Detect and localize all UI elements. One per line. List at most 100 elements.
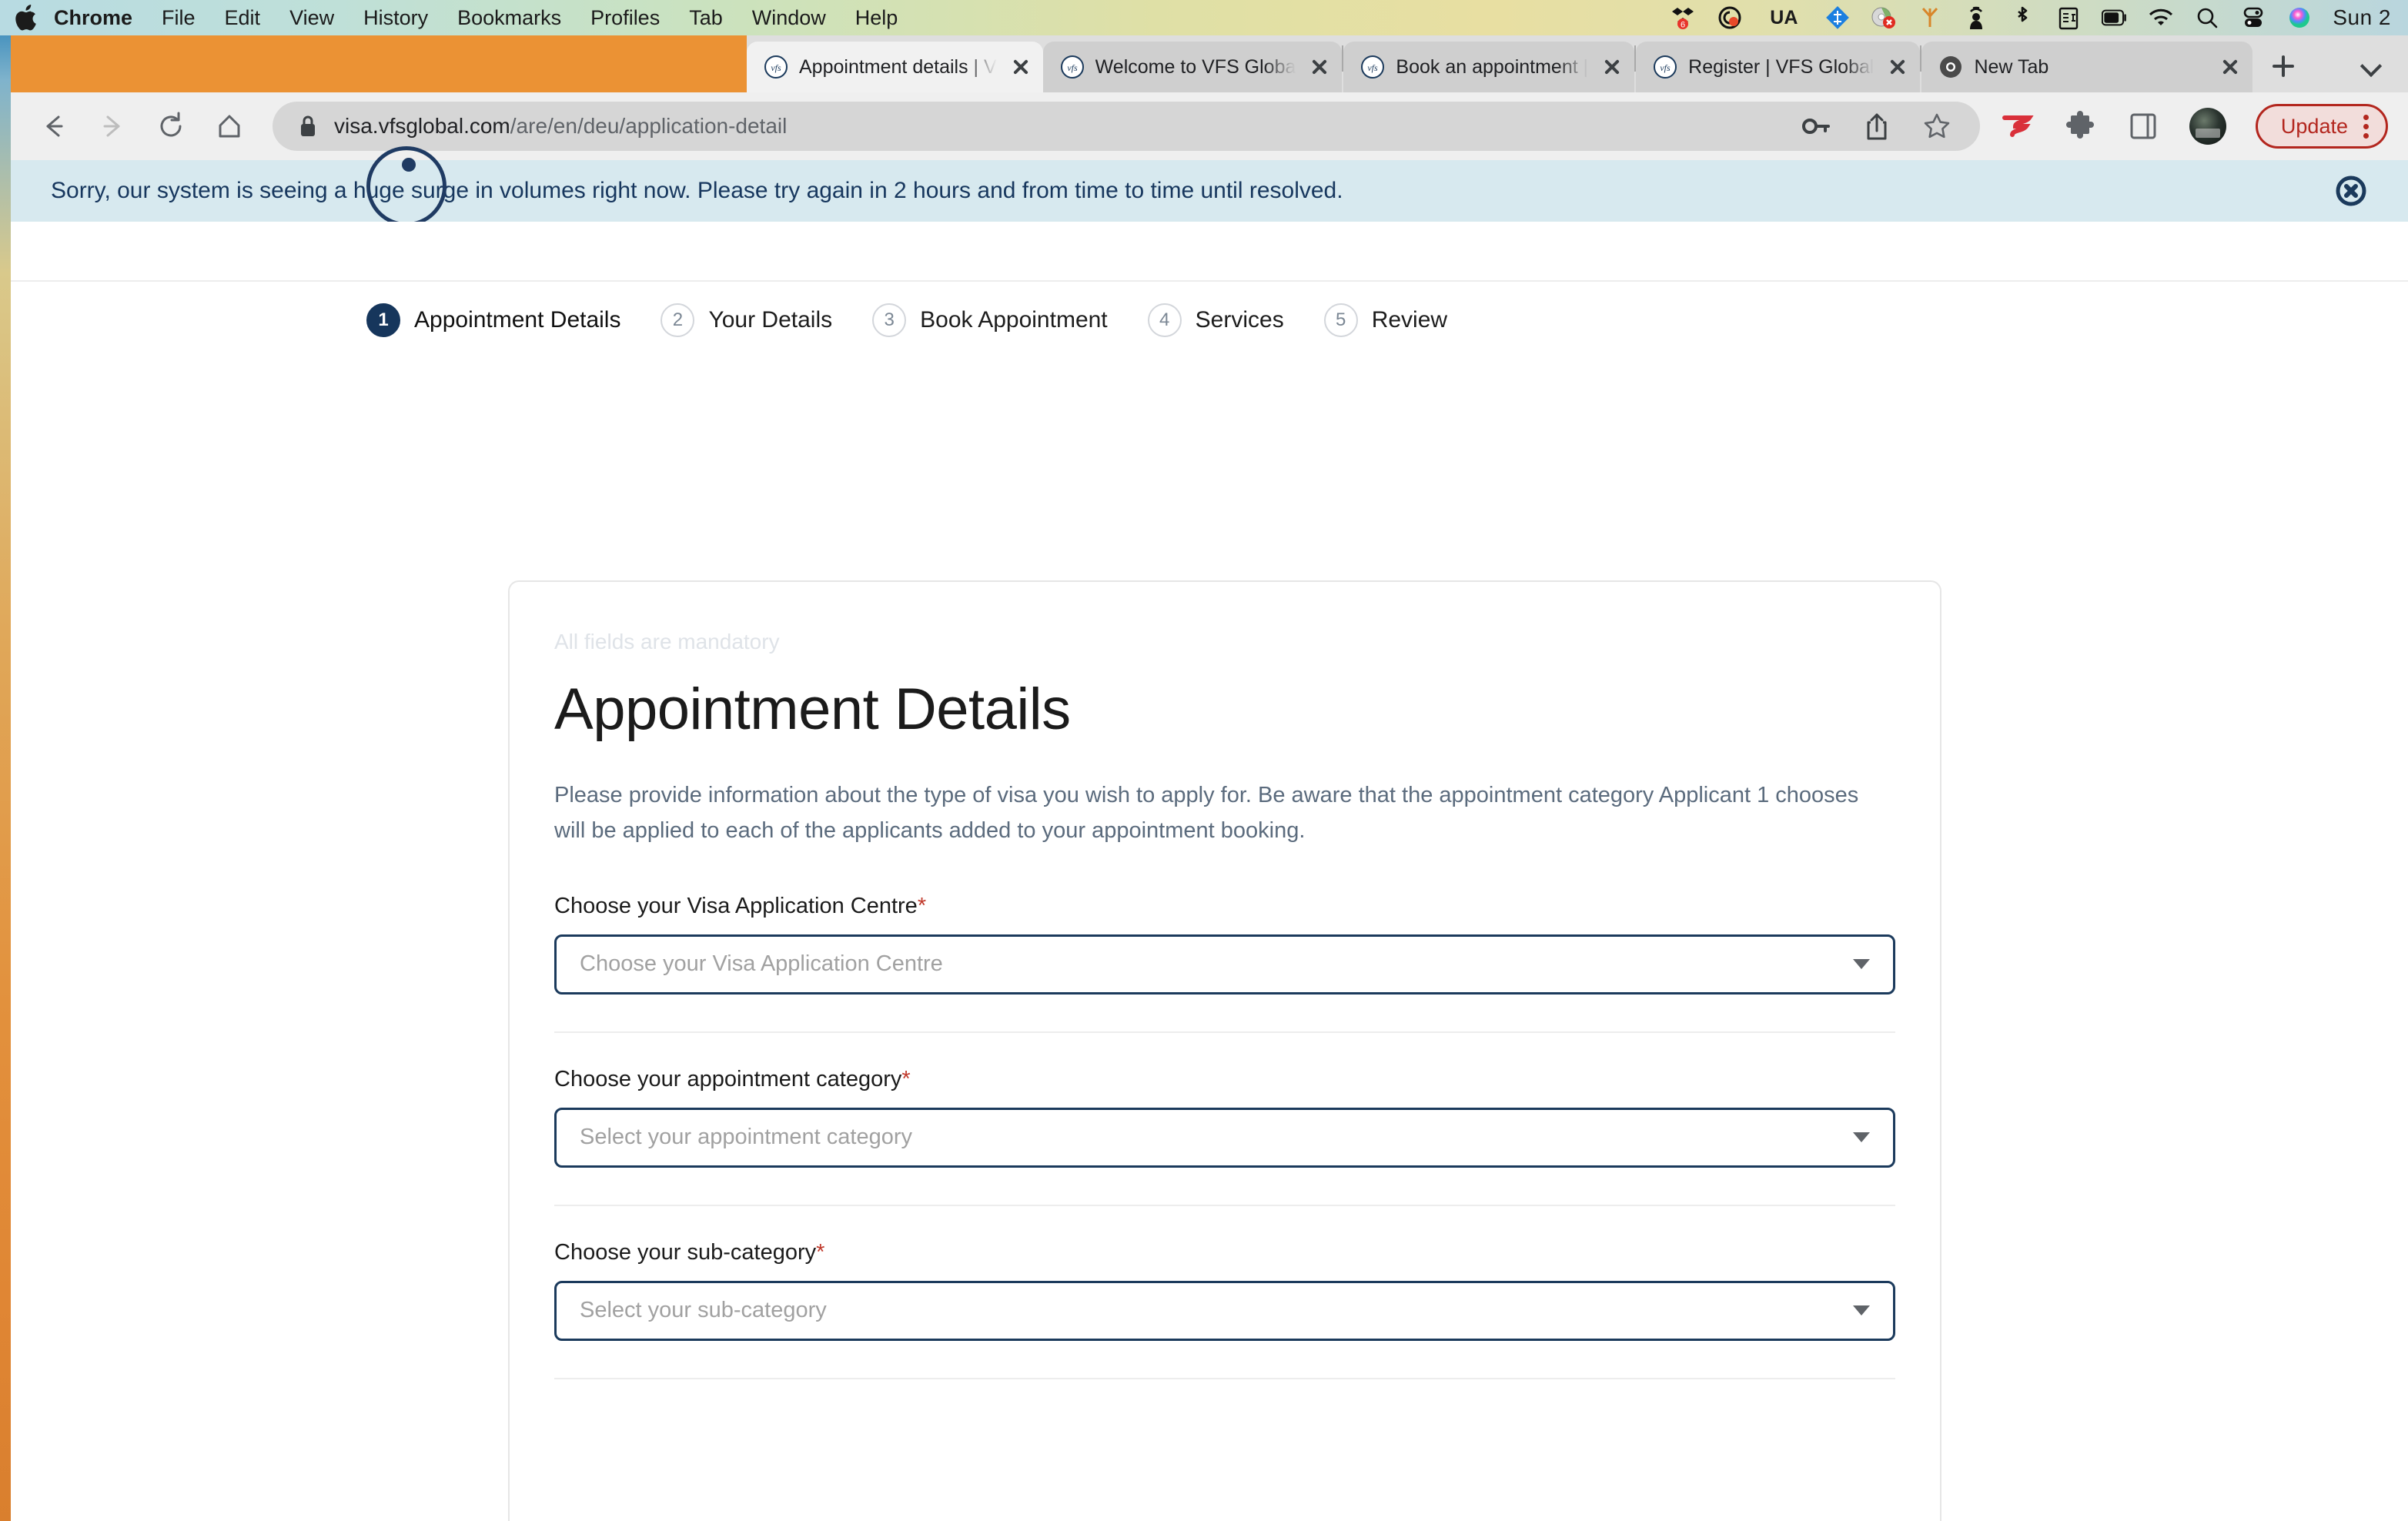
tab-title: New Tab — [1974, 55, 2049, 78]
control-center-icon[interactable] — [2240, 5, 2266, 31]
bookmark-star-icon[interactable] — [1920, 109, 1954, 143]
scrolled-header-icon — [366, 146, 446, 226]
banner-message: Sorry, our system is seeing a huge surge… — [51, 178, 1343, 203]
tab-title: Register | VFS Global — [1688, 55, 1875, 78]
step-label: Your Details — [708, 307, 833, 333]
expressvpn-extension-icon[interactable] — [2000, 109, 2034, 143]
appointment-details-card: All fields are mandatory Appointment Det… — [508, 580, 1941, 1521]
siri-icon[interactable] — [2286, 5, 2313, 31]
svg-text:6: 6 — [1681, 21, 1685, 30]
field-sub-category: Choose your sub-category* Select your su… — [554, 1240, 1895, 1341]
diamond-app-icon[interactable] — [1824, 5, 1851, 31]
select-placeholder: Select your appointment category — [580, 1125, 913, 1150]
toolbar-right-actions: Update — [2000, 104, 2388, 149]
chevron-down-icon — [1853, 1132, 1870, 1143]
step-review[interactable]: 5 Review — [1323, 303, 1447, 337]
chrome-window: vfs Appointment details | V vfs Welcome … — [11, 35, 2408, 1521]
extensions-puzzle-icon[interactable] — [2063, 109, 2097, 143]
vfs-favicon: vfs — [1653, 55, 1677, 79]
step-number: 1 — [366, 303, 400, 337]
chevron-down-icon — [1853, 959, 1870, 970]
password-key-icon[interactable] — [1800, 109, 1834, 143]
svg-text:vfs: vfs — [1067, 62, 1078, 73]
close-icon[interactable] — [2219, 55, 2242, 79]
chevron-down-icon — [1853, 1305, 1870, 1316]
close-icon[interactable] — [1886, 55, 1909, 79]
address-bar[interactable]: visa.vfsglobal.com/are/en/deu/applicatio… — [273, 102, 1980, 151]
update-button[interactable]: Update — [2255, 104, 2388, 149]
step-services[interactable]: 4 Services — [1147, 303, 1284, 337]
tab-register-vfs-global[interactable]: vfs Register | VFS Global — [1636, 42, 1921, 92]
field-label: Choose your appointment category* — [554, 1067, 1895, 1092]
battery-icon[interactable] — [2102, 5, 2128, 31]
tab-title: Book an appointment | — [1396, 55, 1589, 78]
spotlight-search-icon[interactable] — [2194, 5, 2220, 31]
reload-icon[interactable] — [148, 103, 194, 149]
grammarly-icon[interactable] — [1717, 5, 1743, 31]
svg-text:vfs: vfs — [771, 62, 781, 73]
step-label: Services — [1195, 307, 1284, 333]
menu-item-tab[interactable]: Tab — [689, 6, 723, 30]
back-arrow-icon[interactable] — [31, 103, 77, 149]
chevron-down-icon — [2360, 55, 2383, 78]
step-book-appointment[interactable]: 3 Book Appointment — [872, 303, 1108, 337]
tab-appointment-details[interactable]: vfs Appointment details | V — [747, 42, 1043, 92]
menu-item-edit[interactable]: Edit — [225, 6, 261, 30]
required-marker: * — [917, 893, 927, 918]
field-label-text: Choose your appointment category — [554, 1066, 902, 1091]
system-alert-banner: Sorry, our system is seeing a huge surge… — [11, 146, 2408, 226]
tab-new-tab[interactable]: New Tab — [1921, 42, 2253, 92]
menubar-status-area: 6 UA Sun 2 — [1671, 5, 2394, 31]
new-tab-icon[interactable] — [2262, 45, 2305, 88]
apple-logo-icon[interactable] — [14, 5, 37, 31]
close-icon[interactable] — [1009, 55, 1032, 79]
macos-menubar: Chrome File Edit View History Bookmarks … — [0, 0, 2408, 35]
sub-category-select[interactable]: Select your sub-category — [554, 1280, 1895, 1341]
tab-search-chevron-icon[interactable] — [2351, 43, 2394, 86]
profile-avatar[interactable] — [2189, 108, 2226, 145]
menu-item-help[interactable]: Help — [855, 6, 898, 30]
home-icon[interactable] — [206, 103, 253, 149]
tab-title: Appointment details | V — [799, 55, 997, 78]
forward-arrow-icon[interactable] — [89, 103, 135, 149]
page-header-strip — [11, 222, 2408, 282]
appointment-category-select[interactable]: Select your appointment category — [554, 1107, 1895, 1168]
antenna-icon[interactable] — [1917, 5, 1943, 31]
menu-item-profiles[interactable]: Profiles — [590, 6, 660, 30]
select-placeholder: Choose your Visa Application Centre — [580, 951, 943, 977]
page-description: Please provide information about the typ… — [554, 783, 1859, 843]
menu-item-view[interactable]: View — [289, 6, 334, 30]
bluetooth-icon[interactable] — [2009, 5, 2035, 31]
menu-item-chrome[interactable]: Chrome — [54, 6, 132, 30]
menu-item-history[interactable]: History — [363, 6, 428, 30]
step-your-details[interactable]: 2 Your Details — [661, 303, 832, 337]
share-icon[interactable] — [1860, 109, 1894, 143]
visa-application-centre-select[interactable]: Choose your Visa Application Centre — [554, 934, 1895, 994]
chrome-favicon — [1938, 55, 1963, 79]
step-appointment-details[interactable]: 1 Appointment Details — [366, 303, 620, 337]
field-label-text: Choose your Visa Application Centre — [554, 893, 918, 918]
airdrop-icon[interactable] — [1963, 5, 1989, 31]
menu-item-window[interactable]: Window — [752, 6, 826, 30]
field-label: Choose your Visa Application Centre* — [554, 894, 1895, 919]
required-marker: * — [901, 1066, 911, 1091]
menu-item-bookmarks[interactable]: Bookmarks — [457, 6, 561, 30]
vfs-favicon: vfs — [1360, 55, 1385, 79]
side-panel-icon[interactable] — [2126, 109, 2160, 143]
menu-item-file[interactable]: File — [162, 6, 196, 30]
field-label-text: Choose your sub-category — [554, 1239, 817, 1265]
ua-label: UA — [1770, 6, 1798, 28]
three-dot-menu-icon[interactable] — [2363, 114, 2369, 139]
close-icon[interactable] — [1308, 55, 1331, 79]
page-title: Appointment Details — [554, 677, 1071, 742]
ua-text-icon[interactable]: UA — [1763, 5, 1804, 31]
close-icon[interactable] — [1600, 55, 1624, 79]
input-source-icon[interactable] — [2055, 5, 2082, 31]
disc-error-icon[interactable] — [1871, 5, 1897, 31]
tab-welcome-vfs-global[interactable]: vfs Welcome to VFS Globa — [1042, 42, 1343, 92]
banner-close-icon[interactable] — [2334, 174, 2368, 208]
dropbox-icon[interactable]: 6 — [1671, 5, 1697, 31]
wifi-icon[interactable] — [2148, 5, 2174, 31]
tab-book-an-appointment[interactable]: vfs Book an appointment | — [1343, 42, 1635, 92]
menubar-clock[interactable]: Sun 2 — [2333, 5, 2391, 30]
